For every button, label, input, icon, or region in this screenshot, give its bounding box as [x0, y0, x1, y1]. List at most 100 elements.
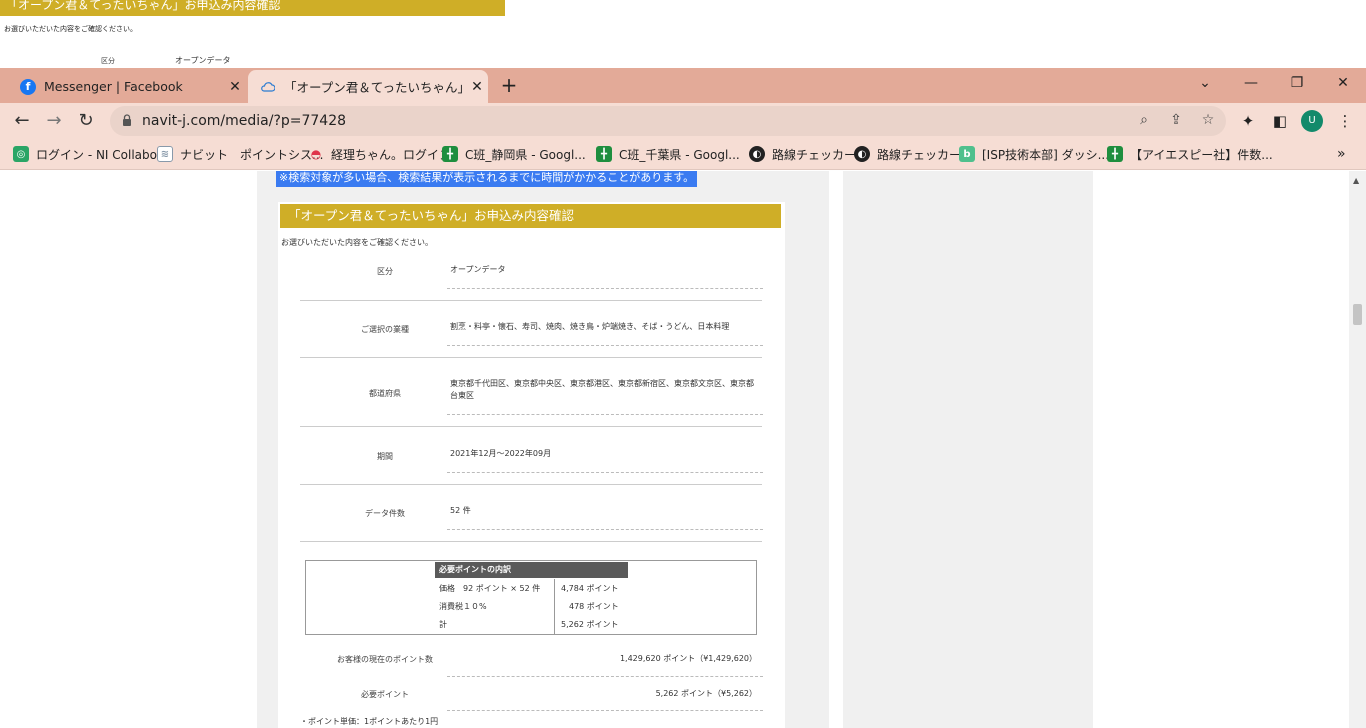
bookmark-label: 路線チェッカー — [877, 147, 962, 162]
google-sheets-icon: ╋ — [442, 146, 458, 162]
card-note: お選びいただいた内容をご確認ください。 — [281, 238, 433, 247]
tab-search-chevron-icon[interactable]: ⌄ — [1182, 72, 1228, 94]
row-label-data-count: データ件数 — [365, 509, 405, 518]
tab-close-button[interactable]: ✕ — [224, 79, 246, 95]
required-points-label: 必要ポイント — [361, 690, 409, 699]
row-label-period: 期間 — [377, 452, 393, 461]
bucket-icon: ≋ — [157, 146, 173, 162]
tab-label: Messenger | Facebook — [44, 79, 183, 94]
search-time-notice: ※検索対象が多い場合、検索結果が表示されるまでに時間がかかることがあります。 — [276, 171, 698, 187]
tab-bar: f Messenger | Facebook ✕ 「オープン君＆てったいちゃん」… — [0, 68, 1366, 103]
row-value-kubun: オープンデータ — [450, 265, 506, 274]
scroll-thumb[interactable] — [1353, 304, 1362, 325]
current-points-value: 1,429,620 ポイント（¥1,429,620） — [619, 654, 757, 663]
bookmark-star-icon[interactable]: ☆ — [1198, 112, 1218, 128]
divider — [447, 710, 763, 711]
card-title: 「オープン君＆てったいちゃん」お申込み内容確認 — [280, 204, 781, 228]
profile-avatar[interactable]: U — [1301, 110, 1323, 132]
cloud-icon — [260, 79, 276, 95]
bookmark-label: 路線チェッカー — [772, 147, 857, 162]
bookmark-isp-dashboard[interactable]: b [ISP技術本部] ダッシ... — [959, 145, 1109, 163]
bookmark-keiri-chan[interactable]: ◓ 経理ちゃん。ログイン — [308, 145, 451, 163]
bookmark-chiba-sheet[interactable]: ╋ C班_千葉県 - Googl... — [596, 145, 740, 163]
background-kubun-label: 区分 — [101, 57, 115, 65]
divider — [447, 472, 763, 473]
bookmark-ni-collabo[interactable]: ◎ ログイン - NI Collabo — [13, 145, 157, 163]
bookmark-rosen-checker-2[interactable]: ◐ 路線チェッカー — [854, 145, 961, 163]
point-unit-note: ・ポイント単価：1ポイントあたり1円 — [300, 717, 439, 726]
facebook-icon: f — [20, 78, 36, 95]
background-page: 「オープン君＆てったいちゃん」お申込み内容確認 お選びいただいた内容をご確認くだ… — [0, 0, 1366, 68]
bookmarks-bar: ◎ ログイン - NI Collabo ≋ ナビット ポイントシス... ◓ 経… — [0, 138, 1366, 170]
divider — [447, 345, 763, 346]
row-value-data-count: 52 件 — [450, 506, 471, 515]
back-button[interactable]: ← — [10, 109, 34, 133]
breakdown-item: 消費税１０% — [439, 602, 487, 611]
bookmark-navit-point[interactable]: ≋ ナビット ポイントシス... — [157, 145, 323, 163]
background-page-title: 「オープン君＆てったいちゃん」お申込み内容確認 — [0, 0, 505, 16]
divider — [447, 529, 763, 530]
divider — [447, 676, 763, 677]
restore-button[interactable]: ❐ — [1274, 72, 1320, 94]
url-text: navit-j.com/media/?p=77428 — [142, 113, 347, 129]
current-points-label: お客様の現在のポイント数 — [337, 655, 433, 664]
breakdown-item: 計 — [439, 620, 447, 629]
required-points-value: 5,262 ポイント（¥5,262） — [655, 689, 757, 698]
row-label-kubun: 区分 — [377, 267, 393, 276]
breakdown-item: 価格 92 ポイント × 52 件 — [439, 584, 541, 593]
breakdown-header: 必要ポイントの内訳 — [435, 562, 628, 578]
nicollabo-icon: ◎ — [13, 146, 29, 162]
minimize-button[interactable]: — — [1228, 72, 1274, 94]
new-tab-button[interactable]: + — [498, 74, 520, 96]
page-viewport: ※検索対象が多い場合、検索結果が表示されるまでに時間がかかることがあります。 「… — [0, 171, 1366, 728]
bookmark-label: ナビット ポイントシス... — [180, 147, 324, 162]
divider — [300, 300, 762, 301]
divider — [300, 541, 762, 542]
divider — [447, 414, 763, 415]
tab-open-kun[interactable]: 「オープン君＆てったいちゃん」で市区町 ✕ — [248, 70, 488, 103]
forward-button[interactable]: → — [42, 109, 66, 133]
side-panel-icon[interactable]: ◧ — [1268, 109, 1292, 133]
extensions-icon[interactable]: ✦ — [1236, 109, 1260, 133]
points-breakdown-table: 必要ポイントの内訳 価格 92 ポイント × 52 件 4,784 ポイント 消… — [305, 560, 757, 635]
address-bar[interactable]: navit-j.com/media/?p=77428 ⌕ ⇪ ☆ — [110, 106, 1226, 136]
zoom-icon[interactable]: ⌕ — [1134, 112, 1154, 128]
sidebar-column — [843, 171, 1093, 728]
breakdown-amount: 478 ポイント — [561, 602, 619, 611]
row-label-industry: ご選択の業種 — [361, 325, 409, 334]
row-value-prefecture: 東京都千代田区、東京都中央区、東京都港区、東京都新宿区、東京都文京区、東京都台東… — [450, 379, 754, 400]
google-sheets-icon: ╋ — [596, 146, 612, 162]
breakdown-amount: 4,784 ポイント — [561, 584, 619, 593]
order-confirmation-card: 「オープン君＆てったいちゃん」お申込み内容確認 お選びいただいた内容をご確認くだ… — [278, 202, 785, 728]
menu-kebab-icon[interactable]: ⋮ — [1333, 109, 1357, 133]
lock-icon — [123, 114, 131, 126]
breakdown-amount: 5,262 ポイント — [561, 620, 619, 629]
bookmark-label: C班_千葉県 - Googl... — [619, 147, 740, 162]
bookmark-label: ログイン - NI Collabo — [36, 147, 157, 162]
bookmark-shizuoka-sheet[interactable]: ╋ C班_静岡県 - Googl... — [442, 145, 586, 163]
scroll-up-arrow-icon[interactable]: ▲ — [1353, 176, 1359, 185]
google-sheets-icon: ╋ — [1107, 146, 1123, 162]
browser-toolbar: ← → ↻ navit-j.com/media/?p=77428 ⌕ ⇪ ☆ ✦… — [0, 103, 1366, 138]
globe-icon: ◐ — [854, 146, 870, 162]
globe-icon: ◐ — [749, 146, 765, 162]
background-page-note: お選びいただいた内容をご確認ください。 — [4, 25, 137, 33]
b-icon: b — [959, 146, 975, 162]
tab-close-button[interactable]: ✕ — [466, 79, 488, 95]
bookmarks-overflow-chevron-icon[interactable]: » — [1337, 145, 1346, 163]
breakdown-divider — [554, 579, 555, 634]
page-scrollbar[interactable]: ▲ — [1349, 171, 1366, 728]
bookmark-label: 経理ちゃん。ログイン — [331, 147, 452, 162]
tab-label: 「オープン君＆てったいちゃん」で市区町 — [284, 80, 466, 95]
tab-messenger[interactable]: f Messenger | Facebook ✕ — [8, 70, 246, 103]
divider — [300, 357, 762, 358]
divider — [300, 484, 762, 485]
reload-button[interactable]: ↻ — [74, 109, 98, 133]
window-close-button[interactable]: ✕ — [1320, 72, 1366, 94]
divider — [300, 426, 762, 427]
bookmark-isp-count-sheet[interactable]: ╋ 【アイエスピー社】件数... — [1107, 145, 1273, 163]
share-icon[interactable]: ⇪ — [1166, 112, 1186, 128]
bookmark-rosen-checker-1[interactable]: ◐ 路線チェッカー — [749, 145, 856, 163]
bookmark-label: [ISP技術本部] ダッシ... — [982, 147, 1110, 162]
bookmark-label: C班_静岡県 - Googl... — [465, 147, 586, 162]
